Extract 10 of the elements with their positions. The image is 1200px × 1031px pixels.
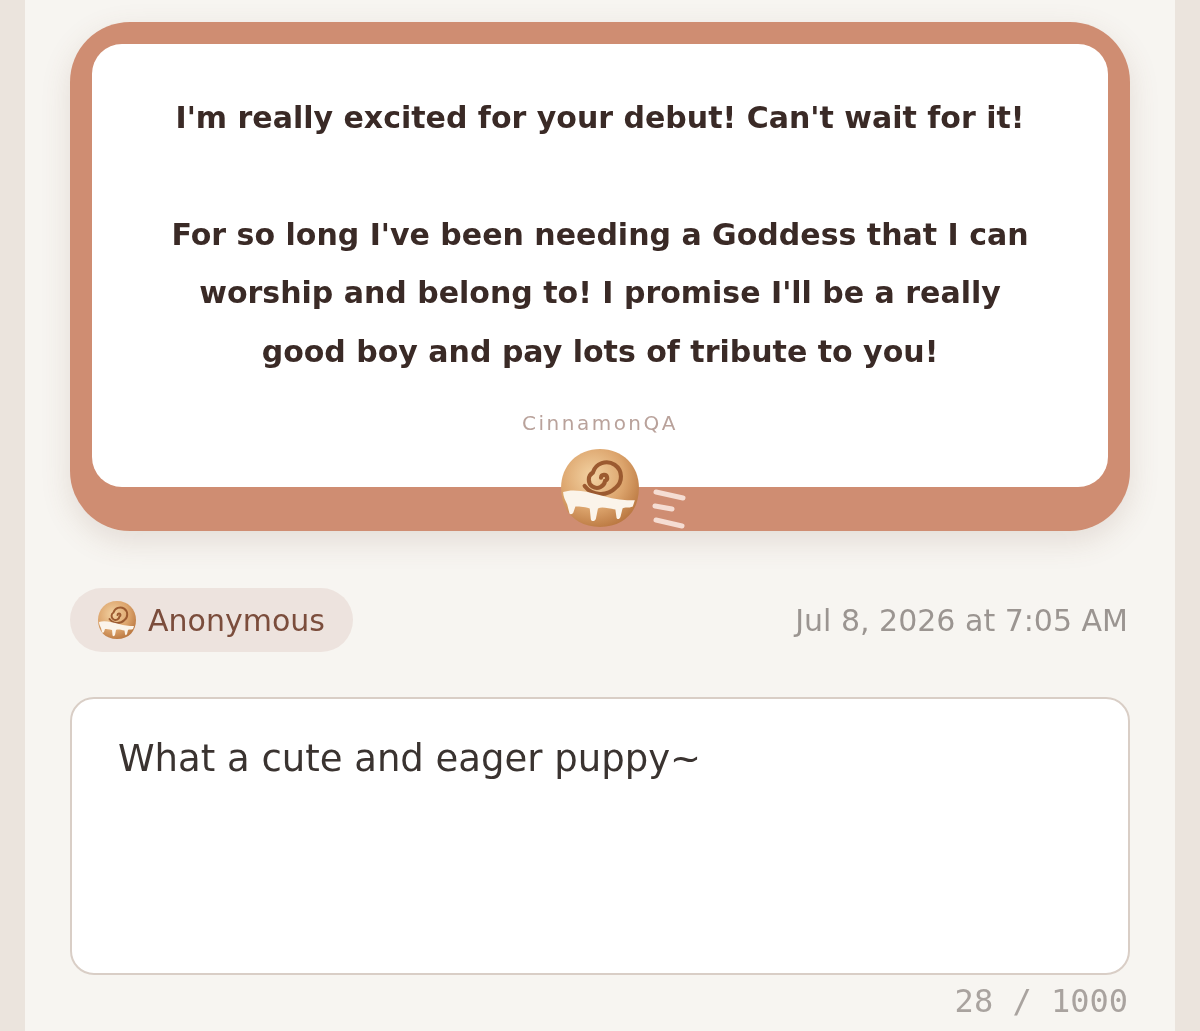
cinnamon-roll-icon	[97, 600, 137, 640]
answer-field[interactable]: What a cute and eager puppy~	[70, 697, 1130, 975]
asker-name: Anonymous	[148, 601, 325, 640]
question-text: For so long I've been needing a Goddess that I can worship and belong to! I promise I'll be a really good boy and pay lots of tribute to you!	[170, 215, 1030, 371]
motion-lines-icon	[652, 489, 688, 529]
cinnamon-roll-icon	[559, 447, 641, 529]
question-text: I'm really excited for your debut! Can't wait for it!	[174, 99, 1026, 137]
character-counter: 28 / 1000	[954, 983, 1129, 1019]
author-label: CinnamonQA	[522, 410, 678, 437]
timestamp: Jul 8, 2026 at 7:05 AM	[795, 601, 1129, 640]
